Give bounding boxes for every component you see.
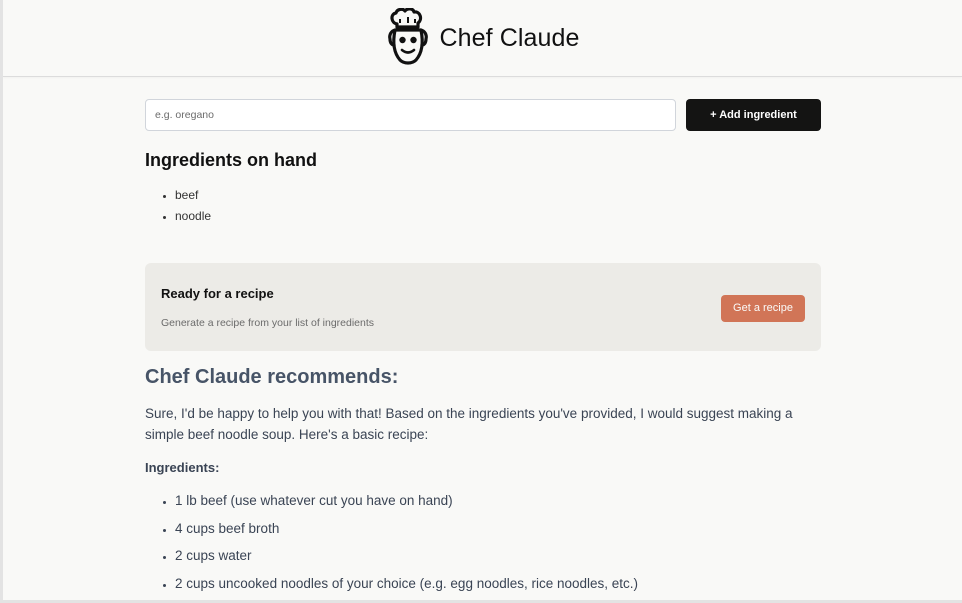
ingredient-input[interactable] — [145, 99, 676, 131]
recipe-ingredient-item: 2 cups water — [175, 546, 821, 565]
main-content: + Add ingredient Ingredients on hand bee… — [145, 99, 821, 600]
recommendation-section: Chef Claude recommends: Sure, I'd be hap… — [145, 366, 821, 593]
get-recipe-card: Ready for a recipe Generate a recipe fro… — [145, 263, 821, 351]
recipe-ingredient-item: 1 lb beef (use whatever cut you have on … — [175, 491, 821, 510]
add-ingredient-form: + Add ingredient — [145, 99, 821, 131]
ingredient-list: beef noodle — [145, 185, 821, 227]
app-title: Chef Claude — [439, 23, 580, 52]
recipe-ingredient-item: 2 cups uncooked noodles of your choice (… — [175, 574, 821, 593]
get-recipe-card-subtitle: Generate a recipe from your list of ingr… — [161, 316, 375, 329]
recipe-ingredients-label: Ingredients: — [145, 460, 220, 475]
ingredients-section: Ingredients on hand beef noodle — [145, 150, 821, 227]
ingredients-heading: Ingredients on hand — [145, 150, 318, 170]
chef-hat-face-icon — [388, 8, 429, 65]
get-recipe-card-text: Ready for a recipe Generate a recipe fro… — [161, 286, 374, 329]
recipe-ingredient-item: 4 cups beef broth — [175, 519, 821, 538]
page: Chef Claude + Add ingredient Ingredients… — [0, 0, 962, 603]
recommendation-intro: Sure, I'd be happy to help you with that… — [145, 406, 793, 442]
add-ingredient-button[interactable]: + Add ingredient — [686, 99, 821, 131]
get-recipe-card-title: Ready for a recipe — [161, 285, 274, 301]
recommendation-heading: Chef Claude recommends: — [145, 366, 399, 388]
get-recipe-button[interactable]: Get a recipe — [721, 294, 805, 322]
recipe-ingredient-list: 1 lb beef (use whatever cut you have on … — [145, 491, 821, 593]
app-header: Chef Claude — [3, 0, 962, 77]
ingredient-list-item: noodle — [175, 206, 821, 227]
ingredient-list-item: beef — [175, 185, 821, 206]
